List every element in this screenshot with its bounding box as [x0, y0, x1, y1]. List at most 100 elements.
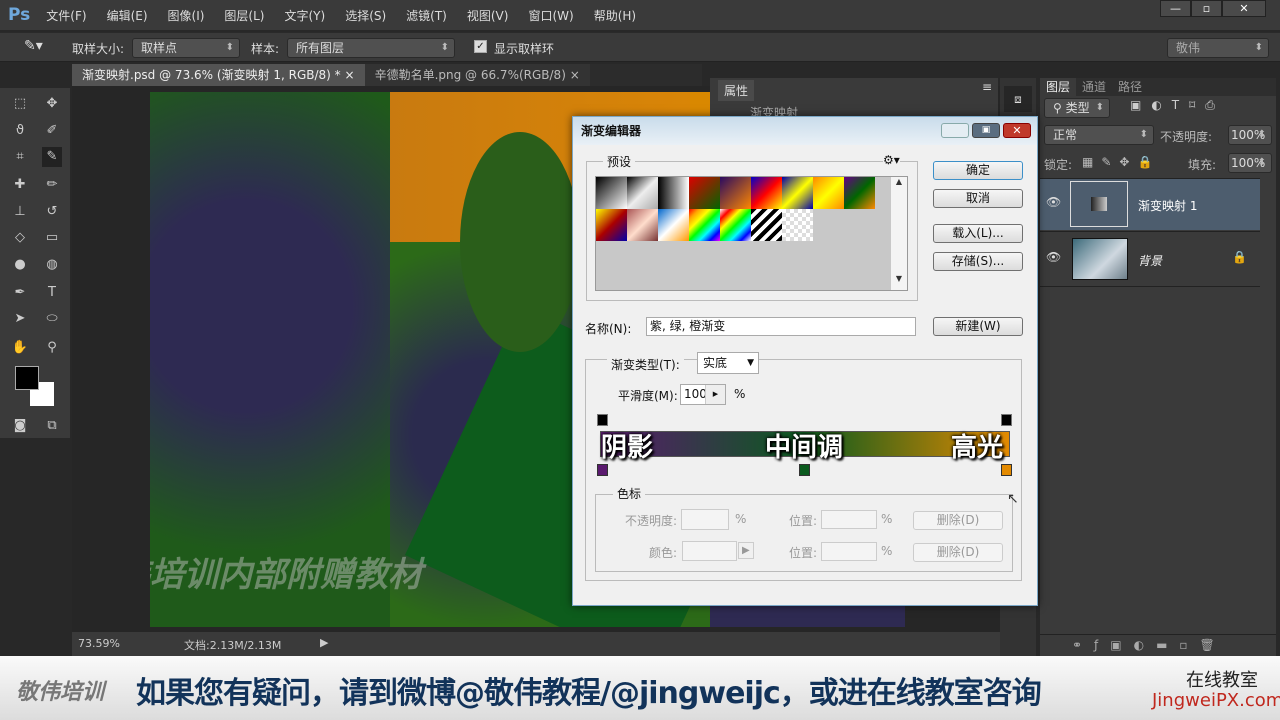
fill-input[interactable]: 100%: [1228, 153, 1272, 173]
preset-swatch[interactable]: [751, 209, 782, 241]
marquee-tool-icon[interactable]: ⬚: [10, 94, 30, 114]
path-select-icon[interactable]: ➤: [10, 309, 30, 329]
load-button[interactable]: 载入(L)...: [933, 224, 1023, 243]
menu-file[interactable]: 文件(F): [46, 7, 86, 24]
stepper-arrow-icon[interactable]: ▶: [705, 385, 725, 404]
opacity-stop-left[interactable]: [597, 414, 608, 426]
eraser-tool-icon[interactable]: ◇: [10, 228, 30, 248]
brush-tool-icon[interactable]: ✏: [42, 175, 62, 195]
preset-swatch[interactable]: [720, 209, 751, 241]
name-input[interactable]: 紫, 绿, 橙渐变: [646, 317, 916, 336]
gradient-tool-icon[interactable]: ▭: [42, 228, 62, 248]
layer-name[interactable]: 背景: [1138, 252, 1162, 269]
preset-swatch[interactable]: [782, 177, 813, 209]
ellipse-tool-icon[interactable]: ⬭: [42, 309, 62, 329]
tab-close-icon[interactable]: ×: [570, 68, 580, 82]
gradient-type-select[interactable]: 实底 ▼: [697, 352, 759, 374]
preset-swatch[interactable]: [689, 177, 720, 209]
preset-swatch[interactable]: [689, 209, 720, 241]
gear-icon[interactable]: ⚙▾: [883, 153, 900, 167]
stop-opacity-input[interactable]: [681, 509, 729, 530]
layer-row[interactable]: 👁 背景 🔒: [1040, 231, 1260, 287]
menu-filter[interactable]: 滤镜(T): [406, 7, 447, 24]
preset-swatch[interactable]: [751, 177, 782, 209]
stop-color-swatch[interactable]: [682, 541, 737, 561]
preset-swatch[interactable]: [627, 177, 658, 209]
pen-tool-icon[interactable]: ✒: [10, 283, 30, 303]
workspace-select[interactable]: 敬伟: [1167, 38, 1269, 58]
delete-opacity-stop-button[interactable]: 删除(D): [913, 511, 1003, 530]
menu-edit[interactable]: 编辑(E): [107, 7, 148, 24]
tab-layers[interactable]: 图层: [1040, 78, 1077, 96]
preset-swatch[interactable]: [596, 209, 627, 241]
tab-close-icon[interactable]: ×: [345, 68, 355, 82]
zoom-tool-icon[interactable]: ⚲: [42, 338, 62, 358]
foreground-color[interactable]: [15, 366, 39, 390]
ok-button[interactable]: 确定: [933, 161, 1023, 180]
blur-tool-icon[interactable]: ●: [10, 255, 30, 275]
opacity-stop-right[interactable]: [1001, 414, 1012, 426]
menu-window[interactable]: 窗口(W): [528, 7, 573, 24]
color-menu-arrow-icon[interactable]: ▶: [738, 542, 754, 559]
color-stop-orange[interactable]: [1001, 464, 1012, 476]
preset-swatch[interactable]: [596, 177, 627, 209]
3d-panel-icon[interactable]: ⧈: [1004, 86, 1032, 112]
presets-scrollbar[interactable]: ▲ ▼: [891, 177, 907, 290]
preset-swatch[interactable]: [658, 209, 689, 241]
menu-type[interactable]: 文字(Y): [284, 7, 325, 24]
quick-select-tool-icon[interactable]: ✐: [42, 121, 62, 141]
stop-opacity-position-input[interactable]: [821, 510, 877, 529]
stop-color-position-input[interactable]: [821, 542, 877, 561]
quick-mask-icon[interactable]: ◙: [10, 416, 30, 436]
screen-mode-icon[interactable]: ⧉: [42, 416, 62, 436]
close-button[interactable]: ✕: [1222, 0, 1266, 17]
preset-swatch[interactable]: [782, 209, 813, 241]
menu-help[interactable]: 帮助(H): [594, 7, 636, 24]
menu-layer[interactable]: 图层(L): [224, 7, 264, 24]
crop-tool-icon[interactable]: ⌗: [10, 147, 30, 167]
color-stop-green[interactable]: [799, 464, 810, 476]
tab-channels[interactable]: 通道: [1076, 78, 1112, 96]
healing-tool-icon[interactable]: ✚: [10, 175, 30, 195]
preset-swatches[interactable]: ▲ ▼: [595, 176, 908, 291]
history-brush-icon[interactable]: ↺: [42, 202, 62, 222]
type-tool-icon[interactable]: T: [42, 283, 62, 303]
preset-swatch[interactable]: [813, 177, 844, 209]
hand-tool-icon[interactable]: ✋: [10, 338, 30, 358]
status-menu-arrow-icon[interactable]: ▶: [320, 636, 328, 649]
sample-select[interactable]: 所有图层: [287, 38, 455, 58]
minimize-button[interactable]: —: [1160, 0, 1191, 17]
new-button[interactable]: 新建(W): [933, 317, 1023, 336]
site-link[interactable]: JingweiPX.com: [1152, 690, 1280, 711]
tab-paths[interactable]: 路径: [1112, 78, 1148, 96]
properties-menu-icon[interactable]: ≡: [982, 80, 992, 94]
tab-gradient-map-psd[interactable]: 渐变映射.psd @ 73.6% (渐变映射 1, RGB/8) * ×: [72, 64, 365, 86]
smoothness-input[interactable]: 100 ▶: [680, 384, 726, 405]
color-stop-purple[interactable]: [597, 464, 608, 476]
lasso-tool-icon[interactable]: ϑ: [10, 121, 30, 141]
menu-image[interactable]: 图像(I): [168, 7, 205, 24]
lock-icons[interactable]: ▦✎✥🔒: [1082, 155, 1160, 169]
preset-swatch[interactable]: [844, 177, 875, 209]
delete-color-stop-button[interactable]: 删除(D): [913, 543, 1003, 562]
layer-actions-icons[interactable]: ⚭ƒ▣◐▬▫🗑: [1072, 638, 1227, 652]
filter-icons[interactable]: ▣◐T⌑⎙: [1130, 98, 1225, 113]
menu-view[interactable]: 视图(V): [467, 7, 509, 24]
dialog-close-button[interactable]: ✕: [1003, 123, 1031, 138]
eyedropper-icon[interactable]: ✎▾: [24, 38, 43, 54]
move-tool-icon[interactable]: ✥: [42, 94, 62, 114]
cancel-button[interactable]: 取消: [933, 189, 1023, 208]
opacity-input[interactable]: 100%: [1228, 125, 1272, 145]
eye-icon[interactable]: 👁: [1046, 250, 1061, 264]
tab-schindler-png[interactable]: 辛德勒名单.png @ 66.7%(RGB/8) ×: [364, 64, 590, 86]
preset-swatch[interactable]: [720, 177, 751, 209]
layer-row[interactable]: 👁 渐变映射 1: [1040, 178, 1260, 230]
menu-select[interactable]: 选择(S): [345, 7, 386, 24]
preset-swatch[interactable]: [658, 177, 689, 209]
save-button[interactable]: 存储(S)...: [933, 252, 1023, 271]
preset-swatch[interactable]: [627, 209, 658, 241]
sample-size-select[interactable]: 取样点: [132, 38, 240, 58]
eyedropper-tool-icon[interactable]: ✎: [42, 147, 62, 167]
layer-name[interactable]: 渐变映射 1: [1138, 197, 1197, 214]
blend-mode-select[interactable]: 正常: [1044, 125, 1154, 145]
